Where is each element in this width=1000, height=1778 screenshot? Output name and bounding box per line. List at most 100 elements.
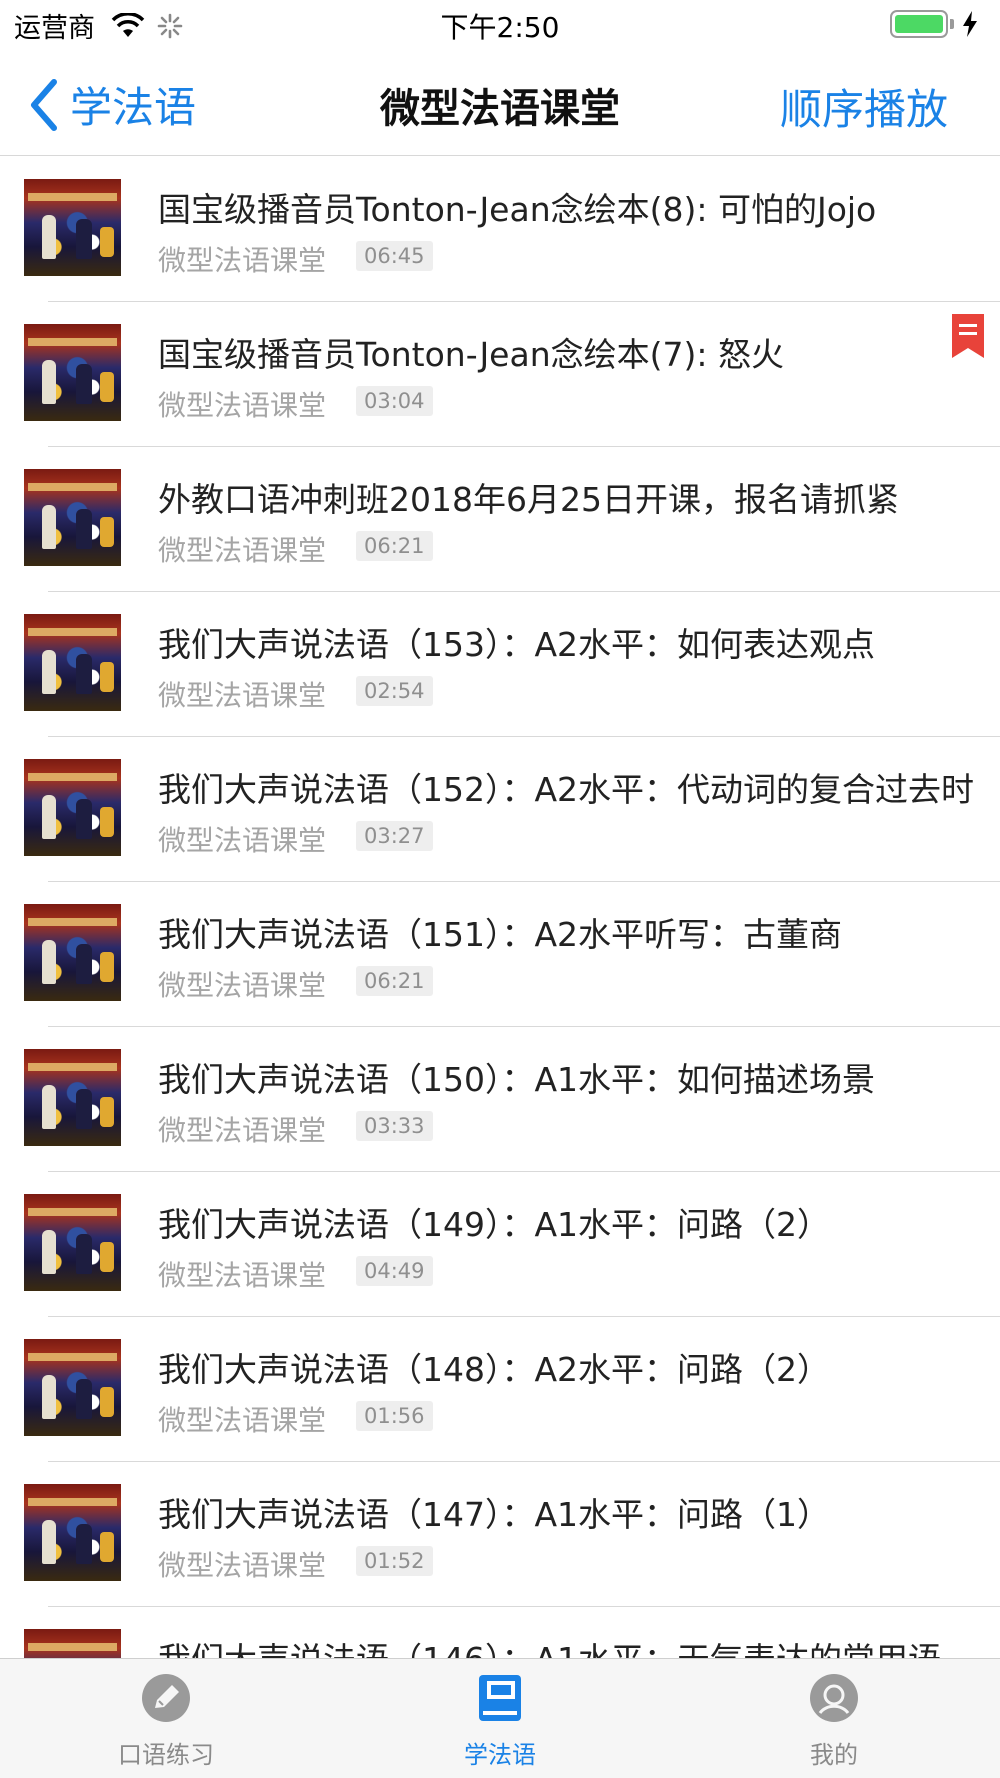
thumbnail-detail bbox=[42, 215, 56, 259]
pencil-icon bbox=[142, 1674, 190, 1722]
thumbnail-detail bbox=[28, 773, 117, 781]
thumbnail-detail bbox=[28, 1208, 117, 1216]
profile-icon bbox=[810, 1674, 858, 1722]
tab-label: 学法语 bbox=[464, 1741, 536, 1769]
duration-badge: 06:21 bbox=[356, 966, 433, 996]
duration-badge: 06:45 bbox=[356, 241, 433, 271]
thumbnail-detail bbox=[42, 505, 56, 549]
tab-profile[interactable]: 我的 bbox=[734, 1659, 934, 1778]
thumbnail-detail bbox=[42, 360, 56, 404]
duration-badge: 06:21 bbox=[356, 531, 433, 561]
bookmark-icon bbox=[952, 314, 984, 358]
lesson-source: 微型法语课堂 bbox=[158, 534, 327, 567]
thumbnail-detail bbox=[42, 1230, 56, 1274]
tab-label: 我的 bbox=[810, 1741, 858, 1769]
duration-badge: 03:27 bbox=[356, 821, 433, 851]
thumbnail-detail bbox=[28, 1643, 117, 1651]
list-item[interactable]: 我们大声说法语（151）：A2水平听写：古董商 微型法语课堂 06:21 bbox=[0, 882, 1000, 1027]
battery-level bbox=[895, 15, 943, 33]
duration-badge: 04:49 bbox=[356, 1256, 433, 1286]
thumbnail-detail bbox=[76, 799, 92, 839]
duration-badge: 01:56 bbox=[356, 1401, 433, 1431]
thumbnail-detail bbox=[28, 483, 117, 491]
tab-speaking-practice[interactable]: 口语练习 bbox=[66, 1659, 266, 1778]
thumbnail-detail bbox=[28, 193, 117, 201]
thumbnail-detail bbox=[100, 807, 114, 837]
book-icon bbox=[479, 1675, 521, 1721]
lesson-thumbnail bbox=[24, 1339, 121, 1436]
navigation-bar: 学法语 微型法语课堂 顺序播放 bbox=[0, 52, 1000, 156]
status-bar: 运营商 下午2:50 bbox=[0, 0, 1000, 50]
thumbnail-detail bbox=[42, 940, 56, 984]
list-item[interactable]: 我们大声说法语（150）：A1水平：如何描述场景 微型法语课堂 03:33 bbox=[0, 1027, 1000, 1172]
lesson-source: 微型法语课堂 bbox=[158, 389, 327, 422]
thumbnail-detail bbox=[100, 1387, 114, 1417]
thumbnail-detail bbox=[28, 338, 117, 346]
lesson-source: 微型法语课堂 bbox=[158, 1404, 327, 1437]
thumbnail-detail bbox=[76, 1379, 92, 1419]
thumbnail-detail bbox=[42, 650, 56, 694]
list-item[interactable]: 我们大声说法语（153）：A2水平：如何表达观点微型法语课堂 02:54 bbox=[0, 592, 1000, 737]
lesson-thumbnail bbox=[24, 1484, 121, 1581]
thumbnail-detail bbox=[100, 1532, 114, 1562]
lesson-title: 我们大声说法语（150）：A1水平：如何描述场景 bbox=[158, 1060, 876, 1099]
lesson-title: 国宝级播音员Tonton-Jean念绘本(7): 怒火 bbox=[158, 335, 784, 374]
lesson-title: 我们大声说法语（152）：A2水平：代动词的复合过去时 bbox=[158, 770, 975, 809]
thumbnail-detail bbox=[28, 1353, 117, 1361]
thumbnail-detail bbox=[76, 219, 92, 259]
sequential-play-button[interactable]: 顺序播放 bbox=[780, 76, 948, 137]
lesson-thumbnail bbox=[24, 904, 121, 1001]
list-item[interactable]: 外教口语冲刺班2018年6月25日开课，报名请抓紧微型法语课堂 06:21 bbox=[0, 447, 1000, 592]
thumbnail-detail bbox=[100, 662, 114, 692]
lesson-source: 微型法语课堂 bbox=[158, 969, 327, 1002]
list-item[interactable]: 国宝级播音员Tonton-Jean念绘本(8): 可怕的Jojo 微型法语课堂 06… bbox=[0, 157, 1000, 302]
lesson-list[interactable]: 国宝级播音员Tonton-Jean念绘本(8): 可怕的Jojo 微型法语课堂 06… bbox=[0, 157, 1000, 1658]
list-item[interactable]: 我们大声说法语（147）：A1水平：问路（1） 微型法语课堂 01:52 bbox=[0, 1462, 1000, 1607]
lesson-source: 微型法语课堂 bbox=[158, 679, 327, 712]
tab-learn-french[interactable]: 学法语 bbox=[400, 1659, 600, 1778]
thumbnail-detail bbox=[100, 517, 114, 547]
status-right bbox=[890, 10, 978, 38]
duration-badge: 01:52 bbox=[356, 1546, 433, 1576]
tab-bar: 口语练习 学法语 我的 bbox=[0, 1658, 1000, 1778]
battery-cap bbox=[950, 19, 954, 29]
charging-bolt-icon bbox=[963, 11, 977, 37]
thumbnail-detail bbox=[100, 372, 114, 402]
lesson-source: 微型法语课堂 bbox=[158, 1549, 327, 1582]
lesson-thumbnail bbox=[24, 759, 121, 856]
lesson-thumbnail bbox=[24, 1629, 121, 1658]
tab-label: 口语练习 bbox=[118, 1741, 214, 1769]
thumbnail-detail bbox=[28, 1063, 117, 1071]
thumbnail-detail bbox=[28, 628, 117, 636]
list-item[interactable]: 我们大声说法语（149）：A1水平：问路（2） 微型法语课堂 04:49 bbox=[0, 1172, 1000, 1317]
duration-badge: 02:54 bbox=[356, 676, 433, 706]
lesson-title: 我们大声说法语（153）：A2水平：如何表达观点 bbox=[158, 625, 876, 664]
thumbnail-detail bbox=[76, 1524, 92, 1564]
lesson-source: 微型法语课堂 bbox=[158, 1259, 327, 1292]
thumbnail-detail bbox=[76, 1089, 92, 1129]
list-item[interactable]: 我们大声说法语（146）：A1水平：天气表达的常用语微型法语课堂 bbox=[0, 1607, 1000, 1658]
thumbnail-detail bbox=[28, 918, 117, 926]
thumbnail-detail bbox=[100, 1097, 114, 1127]
thumbnail-detail bbox=[42, 795, 56, 839]
lesson-source: 微型法语课堂 bbox=[158, 824, 327, 857]
lesson-source: 微型法语课堂 bbox=[158, 1114, 327, 1147]
lesson-title: 我们大声说法语（147）：A1水平：问路（1） bbox=[158, 1495, 831, 1534]
thumbnail-detail bbox=[28, 1498, 117, 1506]
list-item[interactable]: 国宝级播音员Tonton-Jean念绘本(7): 怒火 微型法语课堂 03:04 bbox=[0, 302, 1000, 447]
lesson-title: 我们大声说法语（146）：A1水平：天气表达的常用语 bbox=[158, 1633, 1000, 1658]
list-item[interactable]: 我们大声说法语（148）：A2水平：问路（2） 微型法语课堂 01:56 bbox=[0, 1317, 1000, 1462]
thumbnail-detail bbox=[76, 1234, 92, 1274]
thumbnail-detail bbox=[42, 1375, 56, 1419]
lesson-thumbnail bbox=[24, 1194, 121, 1291]
lesson-title: 外教口语冲刺班2018年6月25日开课，报名请抓紧 bbox=[158, 480, 899, 519]
list-item[interactable]: 我们大声说法语（152）：A2水平：代动词的复合过去时微型法语课堂 03:27 bbox=[0, 737, 1000, 882]
thumbnail-detail bbox=[42, 1085, 56, 1129]
status-time: 下午2:50 bbox=[440, 11, 560, 44]
lesson-title: 我们大声说法语（149）：A1水平：问路（2） bbox=[158, 1205, 831, 1244]
lesson-thumbnail bbox=[24, 614, 121, 711]
lesson-title: 国宝级播音员Tonton-Jean念绘本(8): 可怕的Jojo bbox=[158, 190, 877, 229]
lesson-title: 我们大声说法语（148）：A2水平：问路（2） bbox=[158, 1350, 831, 1389]
lesson-thumbnail bbox=[24, 179, 121, 276]
thumbnail-detail bbox=[76, 944, 92, 984]
